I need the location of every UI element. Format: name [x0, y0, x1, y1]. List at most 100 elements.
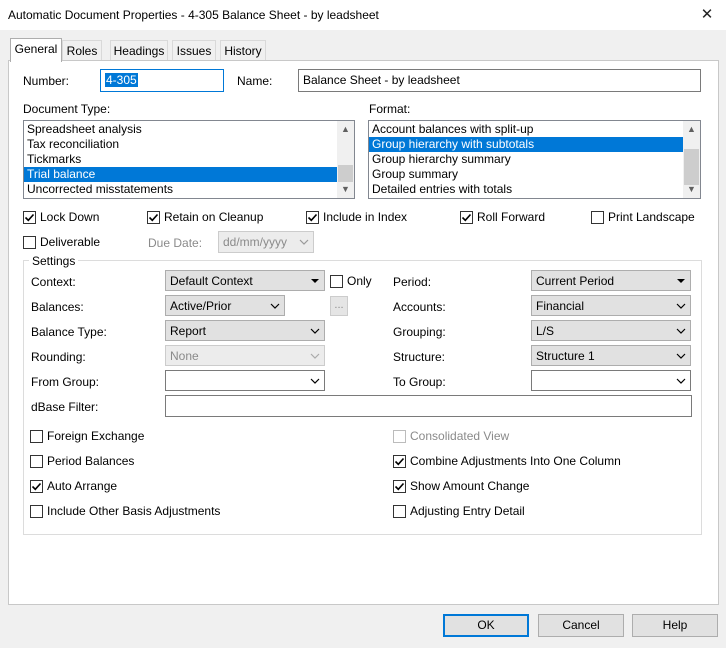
- format-list[interactable]: Account balances with split-up Group hie…: [368, 120, 701, 199]
- chevron-down-icon: [310, 328, 320, 334]
- structure-value: Structure 1: [536, 349, 595, 363]
- only-checkbox[interactable]: Only: [330, 274, 372, 288]
- checkbox-unchecked[interactable]: [30, 504, 43, 518]
- period-value: Current Period: [536, 274, 615, 288]
- adjusting-entry-detail-checkbox[interactable]: Adjusting Entry Detail: [393, 504, 525, 518]
- period-balances-checkbox[interactable]: Period Balances: [30, 454, 134, 468]
- context-value: Default Context: [170, 274, 253, 288]
- document-type-scrollbar[interactable]: ▲ ▼: [337, 121, 354, 198]
- structure-dropdown[interactable]: Structure 1: [531, 345, 691, 366]
- dropdown-arrow-icon: [311, 279, 319, 283]
- name-field[interactable]: Balance Sheet - by leadsheet: [298, 69, 701, 92]
- consolidated-view-label: Consolidated View: [410, 429, 510, 443]
- include-other-basis-checkbox[interactable]: Include Other Basis Adjustments: [30, 504, 220, 518]
- accounts-dropdown[interactable]: Financial: [531, 295, 691, 316]
- checkbox-checked[interactable]: [23, 210, 36, 224]
- rounding-label: Rounding:: [31, 350, 86, 364]
- show-amount-change-label: Show Amount Change: [410, 479, 530, 493]
- print-landscape-checkbox[interactable]: Print Landscape: [591, 210, 695, 224]
- print-landscape-label: Print Landscape: [608, 210, 695, 224]
- chevron-down-icon: [270, 303, 280, 309]
- checkbox-checked[interactable]: [393, 479, 406, 493]
- grouping-dropdown[interactable]: L/S: [531, 320, 691, 341]
- tab-roles[interactable]: Roles: [62, 40, 102, 61]
- foreign-exchange-checkbox[interactable]: Foreign Exchange: [30, 429, 144, 443]
- list-item[interactable]: Account balances with split-up: [369, 122, 700, 137]
- list-item[interactable]: Group summary: [369, 167, 700, 182]
- number-field[interactable]: 4-305: [100, 69, 224, 92]
- roll-forward-checkbox[interactable]: Roll Forward: [460, 210, 545, 224]
- list-item-selected[interactable]: Group hierarchy with subtotals: [369, 137, 683, 152]
- accounts-value: Financial: [536, 299, 585, 313]
- list-item[interactable]: Detailed entries with totals: [369, 182, 700, 197]
- list-item[interactable]: Spreadsheet analysis: [24, 122, 354, 137]
- help-button[interactable]: Help: [632, 614, 718, 637]
- auto-arrange-checkbox[interactable]: Auto Arrange: [30, 479, 117, 493]
- checkbox-unchecked[interactable]: [30, 454, 43, 468]
- balances-dropdown[interactable]: Active/Prior: [165, 295, 285, 316]
- from-group-dropdown[interactable]: [165, 370, 325, 391]
- context-label: Context:: [31, 275, 76, 289]
- chevron-down-icon: [299, 239, 309, 245]
- list-item[interactable]: Tickmarks: [24, 152, 354, 167]
- format-scrollbar[interactable]: ▲ ▼: [683, 121, 700, 198]
- to-group-label: To Group:: [393, 375, 446, 389]
- checkbox-unchecked[interactable]: [393, 504, 406, 518]
- auto-arrange-label: Auto Arrange: [47, 479, 118, 493]
- tab-general[interactable]: General: [10, 38, 62, 62]
- checkbox-unchecked[interactable]: [23, 235, 36, 249]
- retain-on-cleanup-checkbox[interactable]: Retain on Cleanup: [147, 210, 263, 224]
- cancel-button[interactable]: Cancel: [538, 614, 624, 637]
- checkbox-checked[interactable]: [30, 479, 43, 493]
- balances-ellipsis-button[interactable]: ...: [330, 296, 348, 316]
- balance-type-dropdown[interactable]: Report: [165, 320, 325, 341]
- list-item[interactable]: Uncorrected misstatements: [24, 182, 354, 197]
- lock-down-checkbox[interactable]: Lock Down: [23, 210, 99, 224]
- checkbox-unchecked[interactable]: [330, 274, 343, 288]
- to-group-dropdown[interactable]: [531, 370, 691, 391]
- checkbox-unchecked[interactable]: [591, 210, 604, 224]
- tab-history[interactable]: History: [220, 40, 266, 61]
- checkbox-checked[interactable]: [460, 210, 473, 224]
- checkbox-checked[interactable]: [147, 210, 160, 224]
- chevron-down-icon: [676, 328, 686, 334]
- include-other-basis-label: Include Other Basis Adjustments: [47, 504, 221, 518]
- scroll-down-icon[interactable]: ▼: [683, 181, 700, 198]
- number-label: Number:: [23, 74, 70, 88]
- list-item-selected[interactable]: Trial balance: [24, 167, 337, 182]
- structure-label: Structure:: [393, 350, 446, 364]
- close-icon[interactable]: ✕: [694, 3, 720, 27]
- document-type-list[interactable]: Spreadsheet analysis Tax reconciliation …: [23, 120, 355, 199]
- combine-adjustments-label: Combine Adjustments Into One Column: [410, 454, 621, 468]
- list-item[interactable]: Tax reconciliation: [24, 137, 354, 152]
- combine-adjustments-checkbox[interactable]: Combine Adjustments Into One Column: [393, 454, 621, 468]
- dbase-filter-input[interactable]: [165, 395, 692, 417]
- scroll-up-icon[interactable]: ▲: [337, 121, 354, 138]
- scroll-down-icon[interactable]: ▼: [337, 181, 354, 198]
- adjusting-entry-detail-label: Adjusting Entry Detail: [410, 504, 525, 518]
- format-label: Format:: [369, 102, 411, 116]
- scroll-up-icon[interactable]: ▲: [683, 121, 700, 138]
- checkbox-unchecked[interactable]: [30, 429, 43, 443]
- due-date-picker: dd/mm/yyyy: [218, 231, 314, 253]
- include-in-index-checkbox[interactable]: Include in Index: [306, 210, 407, 224]
- chevron-down-icon: [310, 353, 320, 359]
- list-item[interactable]: Group hierarchy summary: [369, 152, 700, 167]
- name-label: Name:: [237, 74, 273, 88]
- document-type-label: Document Type:: [23, 102, 111, 116]
- scroll-thumb[interactable]: [684, 149, 699, 185]
- tab-issues[interactable]: Issues: [172, 40, 216, 61]
- show-amount-change-checkbox[interactable]: Show Amount Change: [393, 479, 529, 493]
- chevron-down-icon: [676, 353, 686, 359]
- ok-button[interactable]: OK: [443, 614, 529, 637]
- deliverable-checkbox[interactable]: Deliverable: [23, 235, 100, 249]
- scroll-thumb[interactable]: [338, 165, 353, 182]
- deliverable-label: Deliverable: [40, 235, 101, 249]
- foreign-exchange-label: Foreign Exchange: [47, 429, 145, 443]
- checkbox-checked[interactable]: [306, 210, 319, 224]
- context-dropdown[interactable]: Default Context: [165, 270, 325, 291]
- include-in-index-label: Include in Index: [323, 210, 408, 224]
- period-dropdown[interactable]: Current Period: [531, 270, 691, 291]
- tab-headings[interactable]: Headings: [110, 40, 168, 61]
- checkbox-checked[interactable]: [393, 454, 406, 468]
